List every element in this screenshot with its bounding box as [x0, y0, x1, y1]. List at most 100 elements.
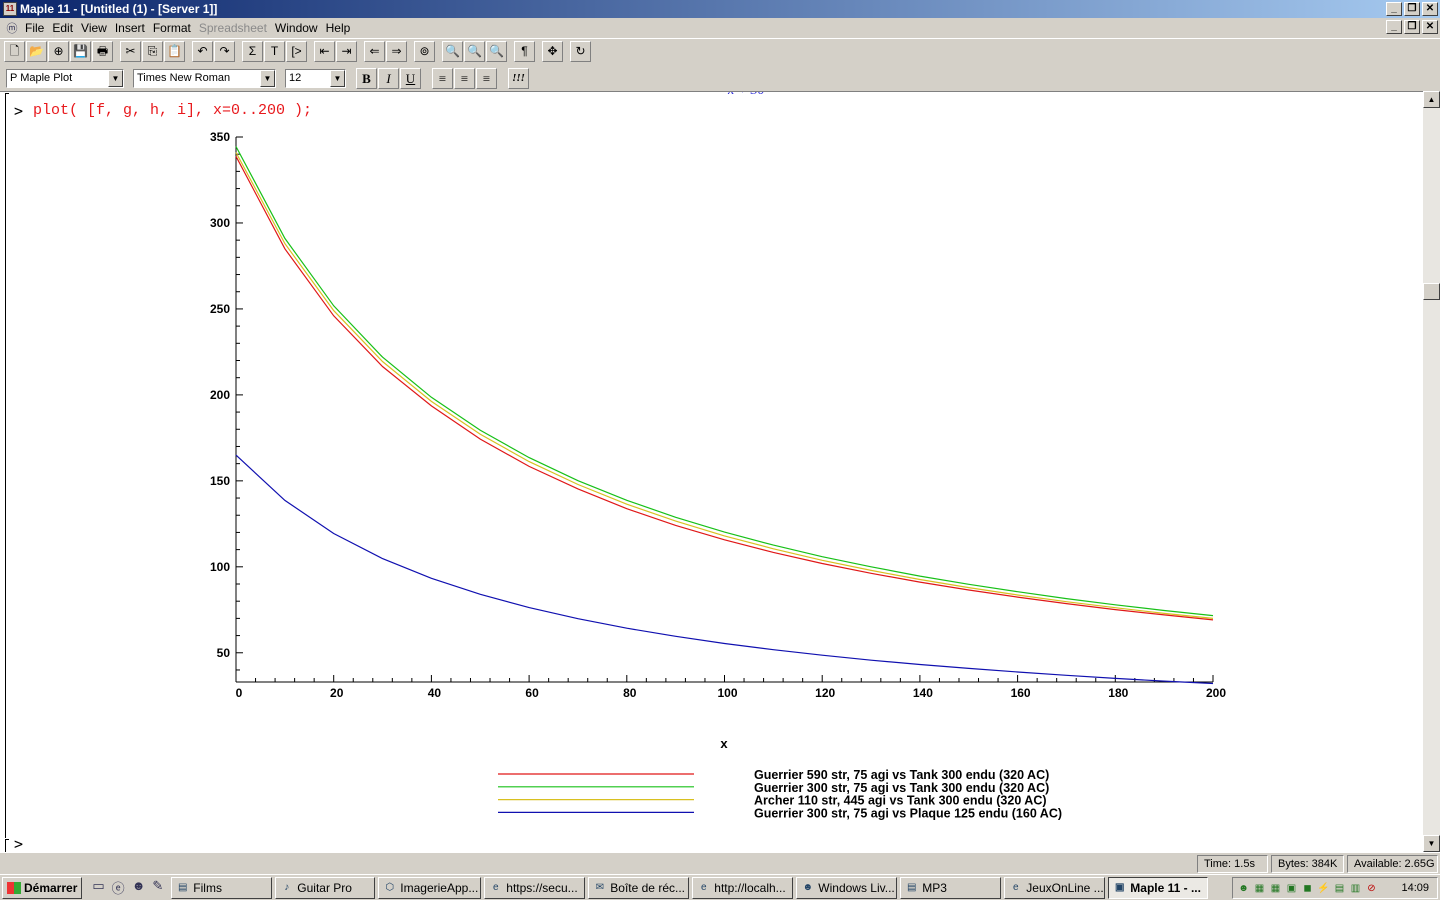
folder-icon: ▤ — [907, 882, 917, 893]
zoom-medium-icon[interactable]: 🔍 — [464, 41, 485, 62]
taskbar-item-label: http://localh... — [714, 880, 786, 895]
pilcrow-icon[interactable]: ¶ — [514, 41, 535, 62]
vertical-scrollbar[interactable]: ▲ ▼ — [1423, 91, 1440, 852]
ie-icon: e — [701, 882, 707, 893]
scroll-thumb[interactable] — [1423, 283, 1440, 300]
taskbar-item-label: Films — [193, 880, 222, 895]
start-button[interactable]: Démarrer — [2, 876, 83, 899]
empty-prompt[interactable]: > — [14, 835, 23, 852]
chevron-down-icon[interactable]: ▼ — [330, 69, 345, 87]
restore-button[interactable]: ❐ — [1404, 2, 1420, 16]
y-tick-label: 100 — [210, 560, 230, 574]
antivirus-tray-icon[interactable]: ▣ — [1285, 882, 1298, 895]
zoom-small-icon[interactable]: 🔍 — [442, 41, 463, 62]
text-icon[interactable]: T — [264, 41, 285, 62]
nvidia-tray-icon[interactable]: ◼ — [1301, 882, 1314, 895]
x-tick-label: 180 — [1108, 686, 1128, 700]
underline-button[interactable]: U — [400, 67, 421, 89]
volume-muted-icon[interactable]: ⊘ — [1365, 882, 1378, 895]
x-tick-label: 160 — [1011, 686, 1031, 700]
power-tray-icon[interactable]: ⚡ — [1317, 882, 1330, 895]
messenger-icon: ☻ — [802, 882, 814, 893]
italic-button[interactable]: I — [378, 67, 399, 89]
menu-item-file[interactable]: File — [25, 21, 52, 35]
menu-item-insert[interactable]: Insert — [115, 21, 153, 35]
undo-icon[interactable]: ↶ — [192, 41, 213, 62]
scroll-up-button[interactable]: ▲ — [1423, 91, 1440, 108]
align-left-button[interactable]: ≡ — [432, 67, 453, 89]
font-select[interactable]: Times New Roman ▼ — [133, 68, 276, 88]
doc-minimize-button[interactable]: _ — [1386, 20, 1402, 34]
empty-group-bracket[interactable] — [5, 839, 9, 852]
start-label: Démarrer — [24, 880, 78, 895]
scroll-down-button[interactable]: ▼ — [1423, 835, 1440, 852]
align-right-button[interactable]: ≡ — [476, 67, 497, 89]
taskbar-item[interactable]: e http://localh... — [692, 876, 794, 899]
taskbar-item[interactable]: e JeuxOnLine ... — [1004, 876, 1106, 899]
windows-flag-icon — [7, 881, 21, 894]
display-tray-icon[interactable]: ▥ — [1349, 882, 1362, 895]
messenger-icon[interactable]: ☻ — [132, 878, 146, 897]
sum-icon[interactable]: Σ — [242, 41, 263, 62]
taskbar-item[interactable]: ☻ Windows Liv... — [796, 876, 898, 899]
copy-icon[interactable]: ⎘ — [142, 41, 163, 62]
menu-item-help[interactable]: Help — [326, 21, 359, 35]
open-icon[interactable]: 📂 — [26, 41, 47, 62]
menu-item-format[interactable]: Format — [153, 21, 199, 35]
stop-icon[interactable]: ⊚ — [414, 41, 435, 62]
outdent-icon[interactable]: ⇥ — [336, 41, 357, 62]
taskbar-item[interactable]: ✉ Boîte de réc... — [588, 876, 690, 899]
y-tick-label: 250 — [210, 302, 230, 316]
messenger-tray-icon[interactable]: ☻ — [1237, 882, 1250, 895]
taskbar-item[interactable]: ♪ Guitar Pro — [275, 876, 376, 899]
taskbar-item[interactable]: ▤ MP3 — [900, 876, 1002, 899]
taskbar-item[interactable]: e https://secu... — [484, 876, 586, 899]
series-line-4 — [235, 454, 1214, 685]
worksheet[interactable]: x + 30 > plot( [f, g, h, i], x=0..200 );… — [0, 91, 1423, 852]
taskbar-item[interactable]: ▣ Maple 11 - ... — [1108, 876, 1209, 899]
math-prompt-icon[interactable]: [> — [286, 41, 307, 62]
align-center-button[interactable]: ≡ — [454, 67, 475, 89]
zoom-large-icon[interactable]: 🔍 — [486, 41, 507, 62]
menu-item-view[interactable]: View — [81, 21, 115, 35]
chevron-down-icon[interactable]: ▼ — [260, 69, 275, 87]
redo-icon[interactable]: ↷ — [214, 41, 235, 62]
taskbar-item[interactable]: ⬡ ImagerieApp... — [378, 876, 482, 899]
menu-item-edit[interactable]: Edit — [52, 21, 81, 35]
show-desktop-icon[interactable]: ▭ — [92, 878, 104, 897]
back-icon[interactable]: ⇐ — [364, 41, 385, 62]
close-button[interactable]: ✕ — [1422, 2, 1438, 16]
maple-app-icon[interactable]: 11 — [3, 2, 17, 16]
menu-item-spreadsheet[interactable]: Spreadsheet — [199, 21, 275, 35]
new-icon[interactable]: 🗋 — [4, 41, 25, 62]
legend-label: Guerrier 300 str, 75 agi vs Plaque 125 e… — [754, 806, 1062, 820]
taskbar-item-label: Guitar Pro — [297, 880, 352, 895]
ie-icon[interactable]: ⓔ — [112, 878, 125, 897]
execute-all-button[interactable]: !!! — [508, 67, 529, 89]
network-tray-icon[interactable]: ▦ — [1253, 882, 1266, 895]
bold-button[interactable]: B — [356, 67, 377, 89]
plot-region[interactable]: 0 20 40 60 80 100 120 140 160 180 200 50 100 150 200 25… — [0, 92, 1423, 822]
doc-close-button[interactable]: ✕ — [1422, 20, 1438, 34]
minimize-button[interactable]: _ — [1386, 2, 1402, 16]
clipboard-tray-icon[interactable]: ▤ — [1333, 882, 1346, 895]
cut-icon[interactable]: ✂ — [120, 41, 141, 62]
open-url-icon[interactable]: ⊕ — [48, 41, 69, 62]
document-menu-icon[interactable]: ⓜ — [3, 20, 21, 36]
network-tray-icon[interactable]: ▦ — [1269, 882, 1282, 895]
size-select[interactable]: 12 ▼ — [285, 68, 346, 88]
save-icon[interactable]: 💾 — [70, 41, 91, 62]
forward-icon[interactable]: ⇒ — [386, 41, 407, 62]
paste-icon[interactable]: 📋 — [164, 41, 185, 62]
app-shortcut-icon[interactable]: ✎ — [152, 878, 163, 897]
print-icon[interactable]: 🖶 — [92, 41, 113, 62]
taskbar-item[interactable]: ▤ Films — [171, 876, 273, 899]
series-line-1 — [235, 156, 1214, 621]
menu-item-window[interactable]: Window — [275, 21, 326, 35]
indent-icon[interactable]: ⇤ — [314, 41, 335, 62]
restart-icon[interactable]: ↻ — [570, 41, 591, 62]
chevron-down-icon[interactable]: ▼ — [108, 69, 123, 87]
move-icon[interactable]: ✥ — [542, 41, 563, 62]
style-select[interactable]: P Maple Plot ▼ — [6, 68, 124, 88]
doc-restore-button[interactable]: ❐ — [1404, 20, 1420, 34]
